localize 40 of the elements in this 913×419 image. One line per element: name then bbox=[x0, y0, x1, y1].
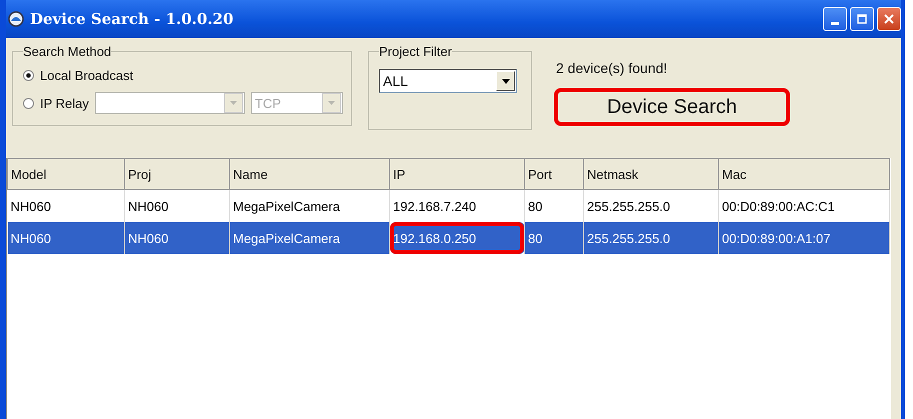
app-icon bbox=[8, 11, 24, 27]
maximize-icon bbox=[857, 14, 867, 24]
group-label: Project Filter bbox=[379, 44, 452, 59]
table-cell: NH060 bbox=[10, 198, 51, 214]
minimize-button[interactable] bbox=[823, 7, 847, 31]
table-cell: 255.255.255.0 bbox=[587, 198, 670, 214]
minimize-icon bbox=[831, 22, 839, 24]
column-header[interactable]: Model bbox=[8, 158, 124, 190]
table-cell: NH060 bbox=[128, 230, 168, 246]
close-button[interactable] bbox=[877, 7, 901, 31]
table-cell: 00:D0:89:00:A1:07 bbox=[722, 230, 830, 246]
radio-button[interactable]: Local Broadcast bbox=[23, 68, 134, 82]
column-header[interactable]: Port bbox=[524, 158, 584, 190]
column-header[interactable]: Netmask bbox=[584, 158, 718, 190]
table-cell: 80 bbox=[528, 230, 542, 246]
table-cell: MegaPixelCamera bbox=[233, 230, 340, 246]
project-filter-dropdown[interactable]: ALL bbox=[379, 69, 517, 93]
status-text: 2 device(s) found! bbox=[555, 60, 668, 76]
table-cell: 192.168.7.240 bbox=[393, 198, 476, 214]
column-header[interactable]: Proj bbox=[124, 158, 230, 190]
close-icon bbox=[884, 14, 894, 24]
caret-icon bbox=[328, 101, 335, 105]
maximize-button[interactable] bbox=[850, 7, 874, 31]
table-cell: MegaPixelCamera bbox=[233, 198, 340, 214]
table-cell: NH060 bbox=[128, 198, 168, 214]
device-search-button[interactable]: Device Search bbox=[554, 88, 790, 126]
table-cell: 80 bbox=[528, 198, 542, 214]
column-header[interactable]: Name bbox=[230, 158, 390, 190]
radio-button[interactable]: IP Relay bbox=[23, 96, 89, 110]
table-cell: NH060 bbox=[10, 230, 51, 246]
table-cell: 255.255.255.0 bbox=[587, 230, 670, 246]
column-header[interactable]: IP bbox=[390, 158, 524, 190]
table-row[interactable]: NH060 NH060 MegaPixelCamera 192.168.0.250 80 255.255.255.0 00:D0:89:00:A1:07 bbox=[8, 222, 890, 254]
caret-icon bbox=[230, 101, 237, 105]
caret-icon bbox=[502, 78, 510, 84]
group-label: Search Method bbox=[23, 44, 112, 59]
table-cell: 00:D0:89:00:AC:C1 bbox=[722, 198, 835, 214]
table-cell: 192.168.0.250 bbox=[393, 230, 476, 246]
window-title: Device Search - 1.0.0.20 bbox=[30, 10, 234, 28]
column-header[interactable]: Mac bbox=[718, 158, 890, 190]
